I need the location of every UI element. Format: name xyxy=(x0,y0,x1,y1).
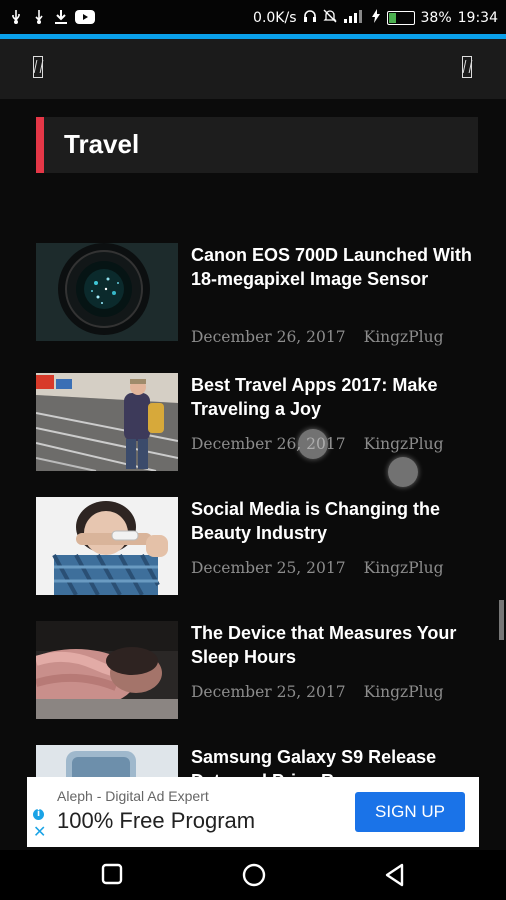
article-author[interactable]: KingzPlug xyxy=(364,559,444,577)
article-item[interactable]: The Device that Measures Your Sleep Hour… xyxy=(36,621,476,721)
article-date: December 26, 2017 xyxy=(191,328,346,346)
home-icon[interactable] xyxy=(241,862,267,892)
ad-info-icon[interactable]: i xyxy=(33,809,44,820)
back-icon[interactable] xyxy=(383,862,407,892)
article-author[interactable]: KingzPlug xyxy=(364,435,444,453)
article-thumbnail-beauty-girl[interactable] xyxy=(36,497,178,595)
article-date: December 25, 2017 xyxy=(191,683,346,701)
article-author[interactable]: KingzPlug xyxy=(364,328,444,346)
status-bar: 0.0K/s 38% 19:34 xyxy=(0,0,506,34)
article-meta: December 26, 2017 KingzPlug xyxy=(191,328,444,346)
article-item[interactable]: Canon EOS 700D Launched With 18-megapixe… xyxy=(36,243,476,353)
section-title: Travel xyxy=(64,129,140,159)
battery-percent: 38% xyxy=(420,10,452,26)
article-thumbnail-train-station[interactable] xyxy=(36,373,178,471)
ad-close-icon[interactable]: ✕ xyxy=(33,824,46,840)
system-status: 0.0K/s 38% 19:34 xyxy=(253,9,498,27)
article-thumbnail-sleeping-person[interactable] xyxy=(36,621,178,719)
article-meta: December 25, 2017 KingzPlug xyxy=(191,683,444,701)
article-title[interactable]: Best Travel Apps 2017: Make Traveling a … xyxy=(191,373,476,421)
article-author[interactable]: KingzPlug xyxy=(364,683,444,701)
charging-icon xyxy=(371,9,381,27)
article-item[interactable]: Social Media is Changing the Beauty Indu… xyxy=(36,497,476,597)
article-title[interactable]: Canon EOS 700D Launched With 18-megapixe… xyxy=(191,243,476,291)
headset-icon xyxy=(303,9,317,27)
ad-headline: 100% Free Program xyxy=(57,808,256,833)
article-title[interactable]: Social Media is Changing the Beauty Indu… xyxy=(191,497,476,545)
menu-icon[interactable] xyxy=(33,56,43,78)
network-speed: 0.0K/s xyxy=(253,10,297,26)
system-nav-bar xyxy=(0,850,506,900)
notification-icons xyxy=(8,9,95,29)
usb-icon xyxy=(8,9,24,29)
article-item[interactable]: Samsung Galaxy S9 Release Date and Price… xyxy=(36,745,476,777)
usb-icon xyxy=(31,9,47,29)
search-icon[interactable] xyxy=(462,56,472,78)
article-date: December 25, 2017 xyxy=(191,559,346,577)
ad-banner[interactable]: i ✕ Aleph - Digital Ad Expert 100% Free … xyxy=(27,777,479,847)
clock: 19:34 xyxy=(457,10,498,26)
scrollbar-thumb[interactable] xyxy=(499,600,504,640)
article-title[interactable]: The Device that Measures Your Sleep Hour… xyxy=(191,621,476,669)
article-title[interactable]: Samsung Galaxy S9 Release Date and Price… xyxy=(191,745,476,777)
ad-signup-button[interactable]: SIGN UP xyxy=(355,792,465,832)
battery-icon xyxy=(386,11,415,25)
section-accent xyxy=(36,117,44,173)
section-header: Travel xyxy=(36,117,478,173)
recents-icon[interactable] xyxy=(101,862,123,890)
touch-indicator xyxy=(298,429,328,459)
mute-icon xyxy=(322,9,337,27)
signal-icon xyxy=(343,9,365,27)
article-thumbnail-phone[interactable] xyxy=(36,745,178,777)
app-toolbar xyxy=(0,39,506,99)
article-thumbnail-camera-lens[interactable] xyxy=(36,243,178,341)
touch-indicator xyxy=(388,457,418,487)
ad-title: Aleph - Digital Ad Expert xyxy=(57,788,209,804)
download-icon xyxy=(54,9,68,29)
article-meta: December 25, 2017 KingzPlug xyxy=(191,559,444,577)
youtube-icon xyxy=(75,9,95,29)
